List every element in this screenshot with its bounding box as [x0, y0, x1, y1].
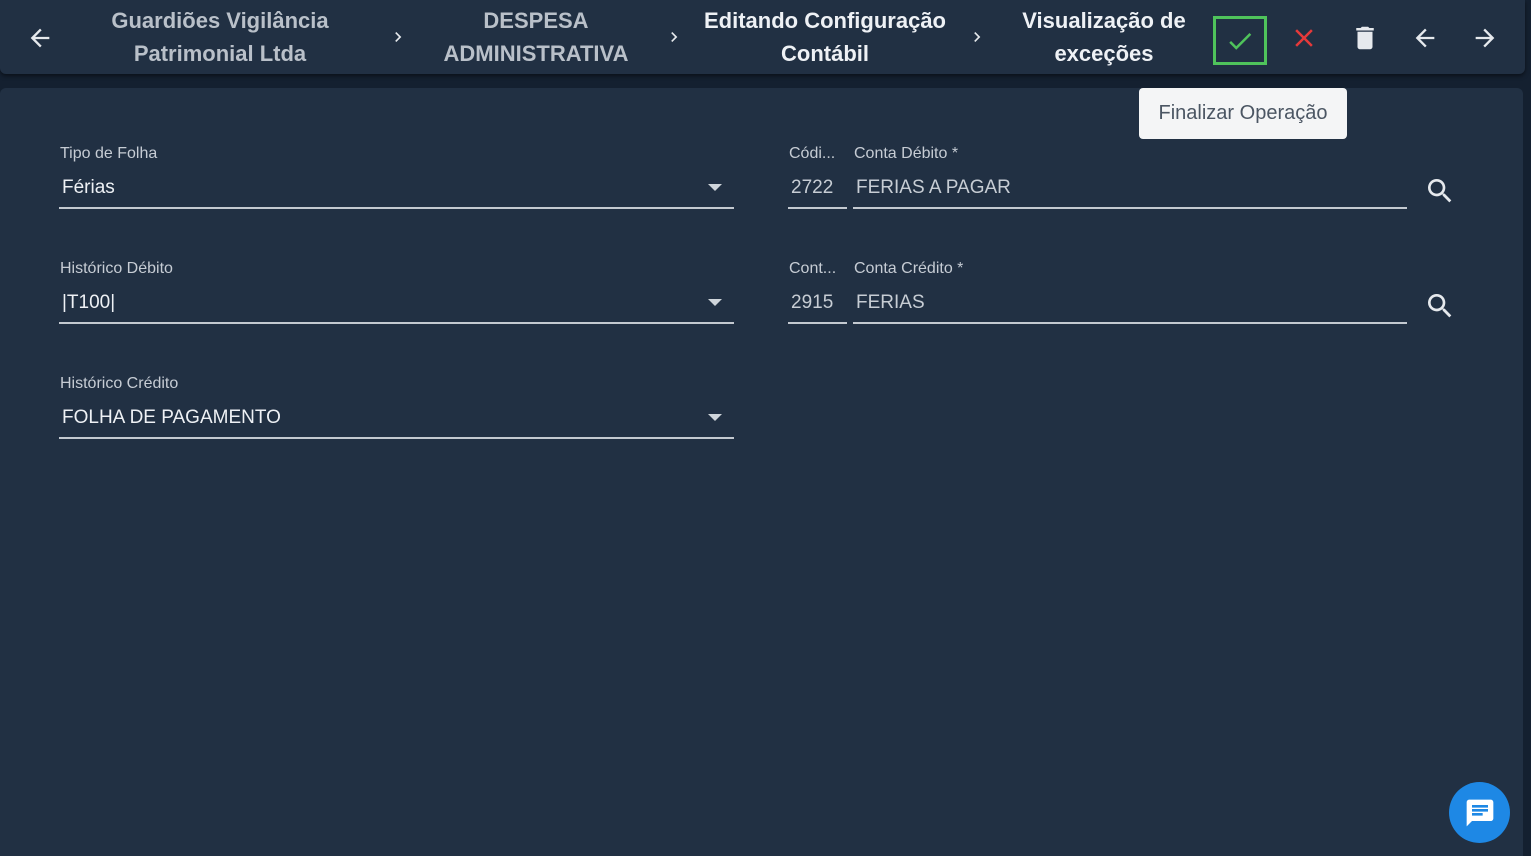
historico-credito-value: FOLHA DE PAGAMENTO: [62, 407, 281, 428]
chevron-right-icon: [974, 32, 981, 42]
confirm-tooltip: Finalizar Operação: [1139, 88, 1347, 139]
chat-button[interactable]: [1449, 782, 1510, 843]
form-panel: Tipo de Folha Férias Histórico Débito |T…: [0, 88, 1523, 856]
conta-credito-field[interactable]: Conta Crédito * FERIAS: [853, 260, 1407, 326]
tipo-folha-value: Férias: [62, 177, 115, 198]
breadcrumb-company[interactable]: Guardiões Vigilância Patrimonial Ltda: [90, 4, 350, 70]
cancel-button[interactable]: [1284, 18, 1324, 58]
breadcrumb-category[interactable]: DESPESA ADMINISTRATIVA: [416, 4, 656, 70]
historico-debito-value: |T100|: [62, 292, 116, 313]
breadcrumb-config[interactable]: Editando Configuração Contábil: [692, 4, 958, 70]
historico-debito-label: Histórico Débito: [60, 260, 173, 277]
field-underline: [59, 322, 734, 324]
confirm-button[interactable]: [1213, 16, 1267, 65]
historico-credito-select[interactable]: Histórico Crédito FOLHA DE PAGAMENTO: [59, 375, 734, 441]
field-underline: [59, 207, 734, 209]
chevron-right-icon: [671, 32, 678, 42]
codigo-credito-label: Cont...: [789, 260, 837, 277]
top-toolbar: Guardiões Vigilância Patrimonial Ltda DE…: [0, 0, 1525, 74]
chat-icon: [1466, 799, 1493, 826]
conta-debito-label: Conta Débito *: [854, 145, 959, 162]
tipo-folha-label: Tipo de Folha: [60, 145, 158, 162]
historico-debito-select[interactable]: Histórico Débito |T100|: [59, 260, 734, 326]
chevron-right-icon: [395, 32, 402, 42]
trash-icon: [1356, 26, 1374, 50]
dropdown-arrow-icon[interactable]: [708, 299, 722, 306]
arrow-left-icon: [1415, 28, 1435, 48]
conta-credito-search-button[interactable]: [1422, 288, 1458, 324]
breadcrumb-exceptions: Visualização de exceções: [1022, 8, 1186, 66]
historico-credito-label: Histórico Crédito: [60, 375, 179, 392]
tipo-folha-select[interactable]: Tipo de Folha Férias: [59, 145, 734, 211]
codigo-debito-field[interactable]: Códi... 2722: [788, 145, 847, 211]
field-underline: [59, 437, 734, 439]
previous-button[interactable]: [1405, 18, 1445, 58]
field-underline: [788, 207, 847, 209]
check-icon: [1229, 32, 1252, 50]
arrow-left-icon: [30, 28, 50, 48]
codigo-debito-label: Códi...: [789, 145, 836, 162]
conta-credito-label: Conta Crédito *: [854, 260, 964, 277]
close-icon: [1295, 29, 1313, 47]
dropdown-arrow-icon[interactable]: [708, 184, 722, 191]
dropdown-arrow-icon[interactable]: [708, 414, 722, 421]
conta-debito-value: FERIAS A PAGAR: [856, 177, 1011, 198]
back-button[interactable]: [20, 18, 60, 58]
next-button[interactable]: [1465, 18, 1505, 58]
conta-credito-value: FERIAS: [856, 292, 925, 313]
delete-button[interactable]: [1345, 18, 1385, 58]
arrow-right-icon: [1475, 28, 1495, 48]
conta-debito-search-button[interactable]: [1422, 173, 1458, 209]
codigo-credito-value: 2915: [791, 292, 834, 313]
field-underline: [788, 322, 847, 324]
field-underline: [853, 322, 1407, 324]
codigo-debito-value: 2722: [791, 177, 834, 198]
conta-debito-field[interactable]: Conta Débito * FERIAS A PAGAR: [853, 145, 1407, 211]
search-icon: [1428, 179, 1452, 203]
codigo-credito-field[interactable]: Cont... 2915: [788, 260, 847, 326]
field-underline: [853, 207, 1407, 209]
search-icon: [1428, 294, 1452, 318]
